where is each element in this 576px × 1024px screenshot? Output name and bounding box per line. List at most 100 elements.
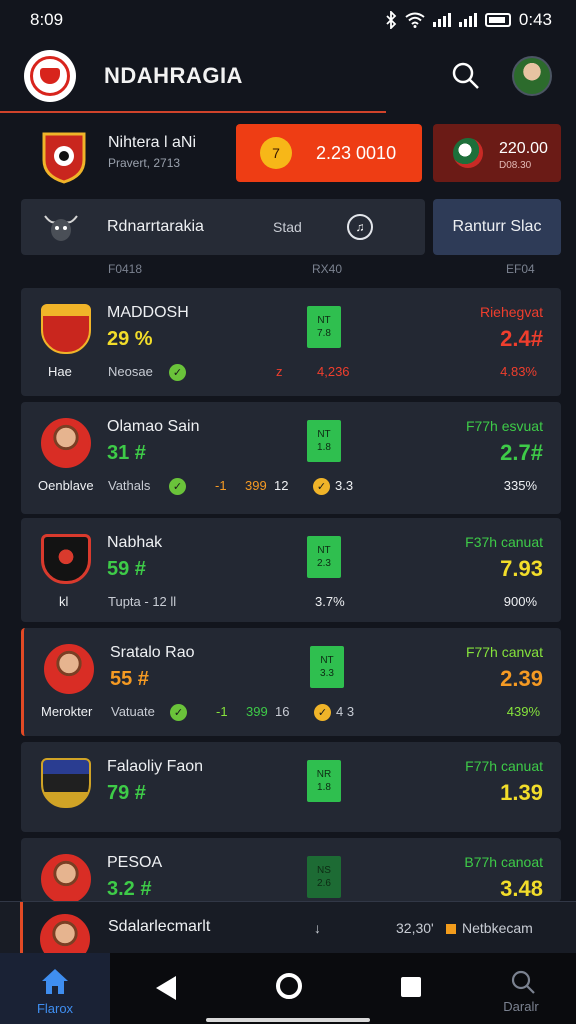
player-percent: 79 #	[107, 782, 146, 804]
team-crest-icon	[41, 534, 91, 584]
market-label: F77h canvat	[465, 644, 543, 660]
status-time: 8:09	[30, 10, 64, 29]
status-icons: 0:43	[385, 10, 552, 30]
player-avatar	[44, 644, 94, 694]
featured-match[interactable]: Nihtera l aNi Pravert, 2713 7 2.23 0010 …	[20, 122, 561, 184]
market-label: B77h canoat	[464, 854, 543, 870]
sticky-player-name: Sdalarlecmarlt	[108, 918, 211, 935]
odds-value[interactable]: 7.93	[500, 556, 543, 582]
odds-button[interactable]: 220.00 D08.30	[433, 124, 561, 182]
market-tag[interactable]: NT 1.8	[307, 420, 341, 462]
odds-value[interactable]: 2.4#	[500, 326, 543, 352]
odds-value[interactable]: 3.48	[500, 876, 543, 902]
sticky-accent	[20, 902, 23, 954]
check-icon: ✓	[170, 704, 187, 721]
check-icon-yellow: ✓	[313, 478, 330, 495]
player-name: Nabhak	[107, 534, 163, 551]
home-icon	[42, 969, 68, 994]
filter-stat: Stad	[273, 219, 302, 235]
player-name: Falaoliy Faon	[107, 758, 204, 775]
row-footer: Oenblave Vathals ✓ -1 399 12 ✓ 3.3 335%	[38, 478, 537, 495]
market-label: F77h esvuat	[465, 418, 543, 434]
player-avatar	[41, 854, 91, 902]
battery-icon	[484, 13, 511, 27]
live-score-button[interactable]: 7 2.23 0010	[236, 124, 422, 182]
filter-label: Rdnarrtarakia	[107, 218, 204, 235]
player-row[interactable]: PESOA 3.2 # NS 2.6 B77h canoat 3.48	[21, 838, 561, 902]
market-tag[interactable]: NT 2.3	[307, 536, 341, 578]
home-button-icon[interactable]	[276, 973, 302, 999]
back-icon[interactable]	[154, 975, 178, 1001]
tab-search[interactable]: Daralr	[466, 953, 576, 1024]
recent-apps-icon[interactable]	[401, 977, 421, 997]
odds-main-value: 220.00	[499, 140, 548, 157]
team-crest-icon	[41, 758, 91, 808]
team-crest-icon	[42, 132, 86, 184]
signal-icon	[432, 13, 451, 27]
home-indicator	[206, 1018, 370, 1022]
player-avatar	[41, 418, 91, 468]
player-percent: 59 #	[107, 558, 146, 580]
ball-icon	[453, 138, 483, 168]
odds-sub-value: D08.30	[499, 160, 532, 171]
filter-action-button[interactable]: Ranturr Slac	[433, 199, 561, 255]
app-logo[interactable]	[24, 50, 76, 102]
player-percent: 55 #	[110, 668, 149, 690]
music-icon[interactable]: ♫	[347, 214, 373, 240]
live-score-value: 2.23 0010	[316, 142, 397, 163]
player-row[interactable]: Nabhak 59 # NT 2.3 F37h canuat 7.93 kl Tu…	[21, 518, 561, 622]
arrow-down-icon: ↓	[314, 920, 321, 936]
sticky-label[interactable]: Netbkecam	[462, 920, 533, 936]
player-row[interactable]: Falaoliy Faon 79 # NR 1.8 F77h canuat 1.3…	[21, 742, 561, 832]
market-tag[interactable]: NS 2.6	[307, 856, 341, 898]
player-percent: 31 #	[107, 442, 146, 464]
column-headers: F0418 RX40 EF04	[0, 262, 576, 280]
tab-search-label: Daralr	[503, 999, 539, 1014]
column-header: F0418	[108, 262, 143, 276]
row-footer: kl Tupta - 12 ll 3.7% 900%	[59, 594, 537, 609]
header-divider	[0, 111, 386, 113]
wifi-icon	[405, 12, 425, 28]
filter-bar[interactable]: Rdnarrtarakia Stad ♫	[21, 199, 425, 255]
row-footer: Hae Neosae ✓ z 4,236 4.83%	[48, 364, 537, 381]
market-tag[interactable]: NR 1.8	[307, 760, 341, 802]
odds-value[interactable]: 2.39	[500, 666, 543, 692]
market-label: Riehegvat	[479, 304, 543, 320]
player-row[interactable]: MADDOSH 29 % NT 7.8 Riehegvat 2.4# Hae Ne…	[21, 288, 561, 396]
live-count-badge: 7	[260, 137, 292, 169]
check-icon: ✓	[169, 364, 186, 381]
tab-home[interactable]: Flarox	[0, 953, 110, 1024]
player-name: MADDOSH	[107, 304, 189, 321]
profile-avatar[interactable]	[512, 56, 552, 96]
market-tag[interactable]: NT 3.3	[310, 646, 344, 688]
player-percent: 29 %	[107, 328, 153, 350]
player-row[interactable]: Olamao Sain 31 # NT 1.8 F77h esvuat 2.7# …	[21, 402, 561, 514]
player-name: Sratalo Rao	[110, 644, 195, 661]
bottom-nav: Flarox Daralr	[0, 953, 576, 1024]
search-icon	[511, 970, 535, 994]
search-button[interactable]	[446, 56, 486, 96]
status-clock: 0:43	[518, 10, 552, 29]
market-tag[interactable]: NT 7.8	[307, 306, 341, 348]
app-title: NDAHRAGIA	[104, 63, 243, 88]
player-name: Olamao Sain	[107, 418, 200, 435]
app-header: NDAHRAGIA	[0, 40, 576, 112]
sticky-summary-bar[interactable]: Sdalarlecmarlt ↓ 32,30' Netbkecam	[0, 901, 576, 964]
status-dot	[446, 924, 456, 934]
player-percent: 3.2 #	[107, 878, 152, 900]
bull-icon	[44, 215, 78, 241]
team-crest-icon	[41, 304, 91, 354]
market-label: F77h canuat	[465, 758, 543, 774]
search-icon	[452, 62, 479, 89]
player-name: PESOA	[107, 854, 163, 871]
status-bar: 8:09 0:43	[0, 0, 576, 40]
check-icon: ✓	[169, 478, 186, 495]
odds-value[interactable]: 2.7#	[500, 440, 543, 466]
column-header: RX40	[312, 262, 343, 276]
player-row-selected[interactable]: Sratalo Rao 55 # NT 3.3 F77h canvat 2.39 …	[21, 628, 561, 736]
tab-home-label: Flarox	[36, 1001, 74, 1016]
market-label: F37h canuat	[465, 534, 543, 550]
featured-team-sub: Pravert, 2713	[108, 156, 181, 170]
check-icon-yellow: ✓	[314, 704, 331, 721]
odds-value[interactable]: 1.39	[500, 780, 543, 806]
